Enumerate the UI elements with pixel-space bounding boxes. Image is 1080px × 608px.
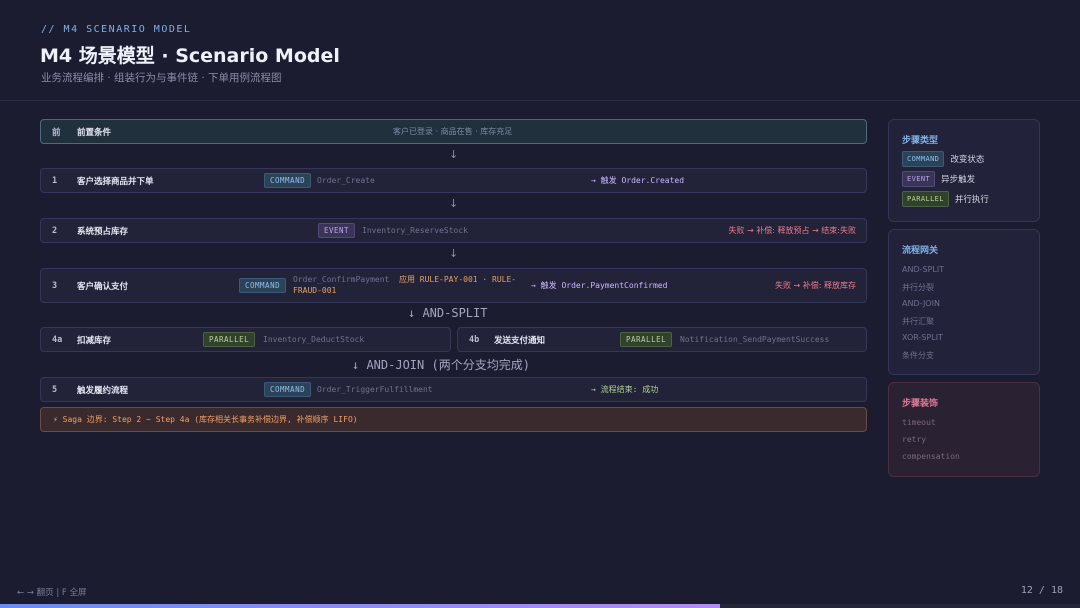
precondition-marker: 前	[52, 127, 61, 138]
slide-progress-fill	[0, 604, 721, 608]
slide-progress-bar	[0, 604, 1080, 608]
gateway-item: AND-JOIN	[902, 299, 940, 308]
decoration-title: 步骤装饰	[902, 399, 939, 409]
step-operation: Order_TriggerFulfillment	[317, 385, 433, 394]
step-operation: Order_Create	[317, 176, 375, 185]
legend-item-event: EVENT 异步触发	[902, 171, 975, 187]
gateway-item: XOR-SPLIT	[902, 333, 943, 342]
step-number: 5	[52, 384, 58, 395]
step-number: 4b	[469, 334, 480, 345]
legend-title: 步骤类型	[902, 136, 939, 146]
flow-arrow: ↓	[449, 247, 459, 260]
legend-desc: 并行执行	[954, 195, 989, 205]
step-type-legend: 步骤类型 COMMAND 改变状态 EVENT 异步触发 PARALLEL 并行…	[888, 119, 1040, 222]
step-row-5: 5 触发履约流程 COMMAND Order_TriggerFulfillmen…	[40, 377, 867, 402]
step-label: 触发履约流程	[77, 385, 129, 396]
step-label: 发送支付通知	[494, 335, 546, 346]
gateway-item: 并行汇聚	[902, 317, 934, 326]
command-badge: COMMAND	[239, 278, 287, 293]
legend-desc: 异步触发	[941, 175, 976, 185]
step-label: 系统预占库存	[77, 226, 129, 237]
decoration-item: retry	[902, 435, 927, 444]
step-operation: Order_ConfirmPayment	[293, 275, 390, 284]
step-number: 1	[52, 175, 58, 186]
command-badge: COMMAND	[264, 382, 312, 397]
gateway-title: 流程网关	[902, 246, 939, 256]
precondition-notes: 客户已登录 · 商品在售 · 库存充足	[393, 127, 513, 136]
step-operation: Notification_SendPaymentSuccess	[680, 335, 830, 344]
precondition-row: 前 前置条件 客户已登录 · 商品在售 · 库存充足	[40, 119, 867, 144]
header-divider	[0, 100, 1080, 101]
step-operation-block: Order_ConfirmPayment 应用 RULE-PAY-001 · R…	[293, 274, 525, 296]
saga-boundary: ⚡ Saga 边界: Step 2 ~ Step 4a (库存相关长事务补偿边界…	[40, 407, 867, 432]
flow-arrow: ↓	[449, 197, 459, 210]
step-row-3: 3 客户确认支付 COMMAND Order_ConfirmPayment 应用…	[40, 268, 867, 303]
step-emit: → 触发 Order.PaymentConfirmed	[531, 281, 668, 290]
step-operation: Inventory_DeductStock	[263, 335, 365, 344]
legend-item-parallel: PARALLEL 并行执行	[902, 191, 989, 207]
step-row-4a: 4a 扣减库存 PARALLEL Inventory_DeductStock	[40, 327, 451, 352]
and-join-gateway: ↓ AND-JOIN (两个分支均完成)	[352, 358, 530, 372]
parallel-badge: PARALLEL	[902, 191, 949, 207]
gateway-item: AND-SPLIT	[902, 265, 945, 274]
command-badge: COMMAND	[264, 173, 312, 188]
step-operation: Inventory_ReserveStock	[362, 226, 468, 235]
page-subtitle: 业务流程编排 · 组装行为与事件链 · 下单用例流程图	[41, 72, 282, 84]
parallel-badge: PARALLEL	[620, 332, 673, 347]
precondition-label: 前置条件	[77, 127, 112, 138]
decoration-item: compensation	[902, 452, 960, 461]
step-row-2: 2 系统预占库存 EVENT Inventory_ReserveStock 失败…	[40, 218, 867, 243]
legend-desc: 改变状态	[950, 155, 985, 165]
step-emit: → 流程结束: 成功	[591, 385, 659, 394]
gateway-item: 条件分支	[902, 351, 934, 360]
gateway-panel: 流程网关 AND-SPLIT 并行分裂 AND-JOIN 并行汇聚 XOR-SP…	[888, 229, 1040, 375]
flow-arrow: ↓	[449, 148, 459, 161]
step-failure: 失败 → 补偿: 释放预占 → 结束:失败	[728, 226, 856, 235]
parallel-badge: PARALLEL	[203, 332, 256, 347]
step-number: 3	[52, 280, 58, 291]
event-badge: EVENT	[318, 223, 356, 238]
command-badge: COMMAND	[902, 151, 945, 167]
step-number: 4a	[52, 334, 63, 345]
step-label: 客户选择商品并下单	[77, 176, 154, 187]
step-emit: → 触发 Order.Created	[591, 176, 685, 185]
legend-item-command: COMMAND 改变状态	[902, 151, 984, 167]
event-badge: EVENT	[902, 171, 936, 187]
gateway-item: 并行分裂	[902, 283, 934, 292]
slide-navigation-hint: ← → 翻页 | F 全屏	[17, 588, 87, 598]
saga-text: ⚡ Saga 边界: Step 2 ~ Step 4a (库存相关长事务补偿边界…	[53, 415, 358, 424]
eyebrow: // M4 SCENARIO MODEL	[41, 24, 192, 35]
decoration-panel: 步骤装饰 timeout retry compensation	[888, 382, 1040, 477]
and-split-gateway: ↓ AND-SPLIT	[408, 306, 488, 320]
step-label: 客户确认支付	[77, 281, 129, 292]
page-title: M4 场景模型 · Scenario Model	[40, 45, 340, 67]
step-label: 扣减库存	[77, 335, 112, 346]
page-counter: 12 / 18	[1020, 585, 1063, 596]
step-failure: 失败 → 补偿: 释放库存	[774, 281, 856, 290]
step-number: 2	[52, 225, 58, 236]
step-row-1: 1 客户选择商品并下单 COMMAND Order_Create → 触发 Or…	[40, 168, 867, 193]
decoration-item: timeout	[902, 418, 936, 427]
step-row-4b: 4b 发送支付通知 PARALLEL Notification_SendPaym…	[457, 327, 867, 352]
